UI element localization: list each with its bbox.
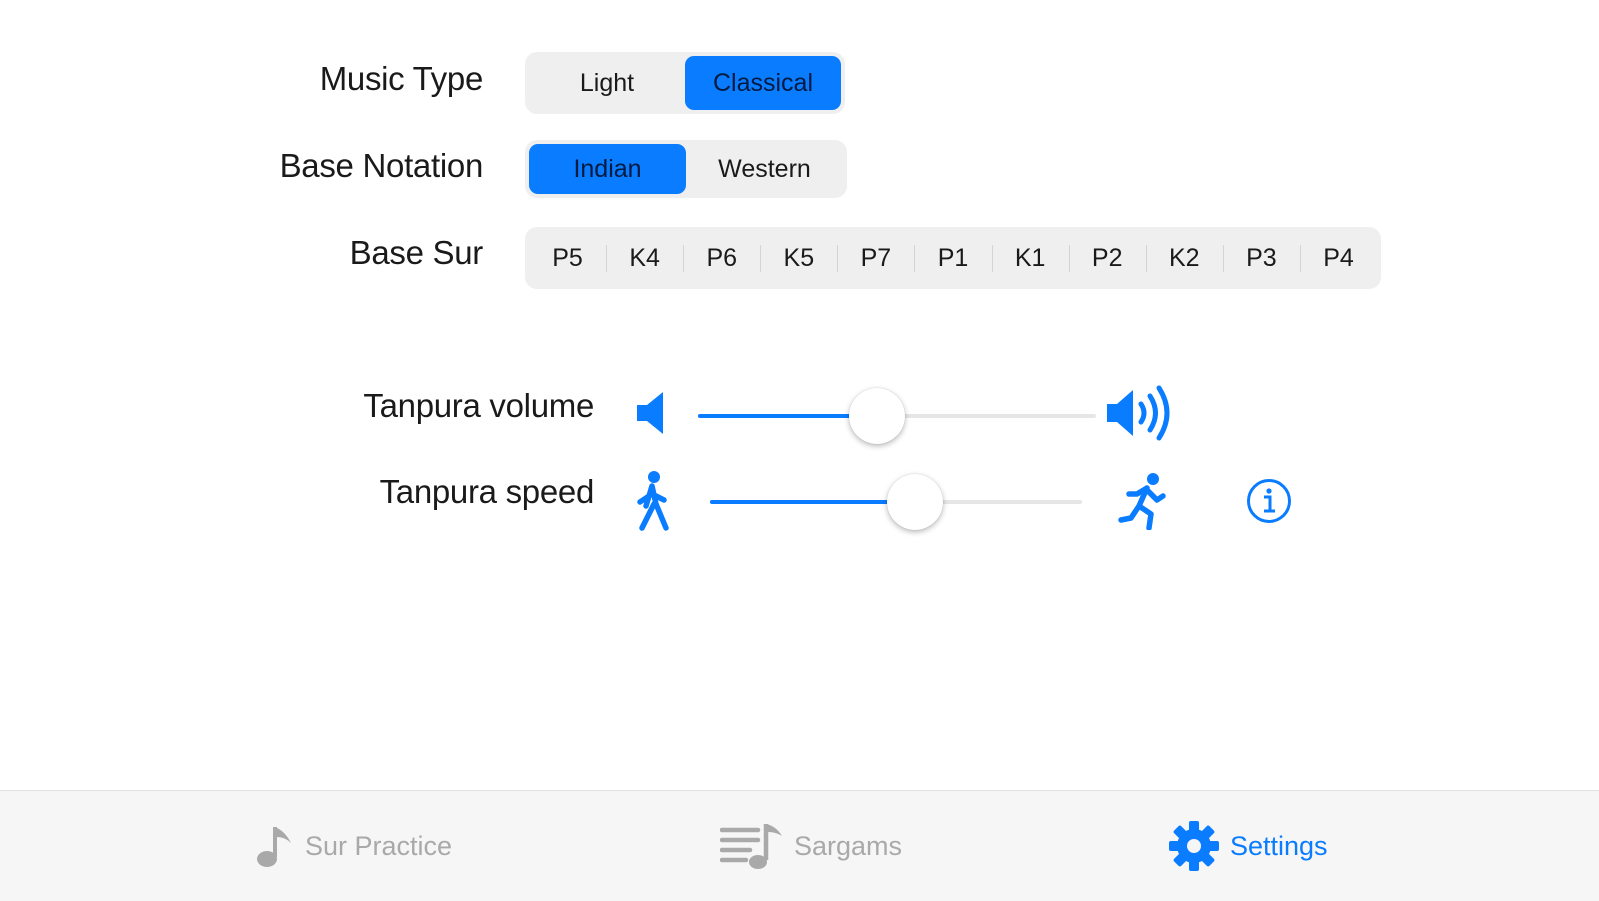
base-sur-option-p5[interactable]: P5 [529, 231, 606, 285]
music-type-segmented-control[interactable]: Light Classical [525, 52, 845, 114]
tanpura-speed-label: Tanpura speed [379, 473, 595, 510]
base-sur-segmented-control[interactable]: P5 K4 P6 K5 P7 P1 K1 P2 K2 P3 P4 [525, 227, 1381, 289]
base-sur-option-p3[interactable]: P3 [1222, 231, 1300, 285]
tab-sargams[interactable]: Sargams [720, 791, 902, 901]
tanpura-speed-fill [710, 500, 915, 504]
base-notation-segmented-control[interactable]: Indian Western [525, 140, 847, 198]
tanpura-volume-thumb[interactable] [849, 388, 906, 444]
gear-icon [1168, 820, 1220, 872]
base-sur-option-k5[interactable]: K5 [760, 231, 837, 285]
tab-settings[interactable]: Settings [1168, 791, 1328, 901]
base-sur-option-p4[interactable]: P4 [1299, 231, 1377, 285]
base-notation-option-indian[interactable]: Indian [529, 144, 686, 194]
tanpura-speed-thumb[interactable] [886, 474, 943, 530]
tab-settings-label: Settings [1230, 830, 1328, 861]
tanpura-speed-slider[interactable] [710, 474, 1082, 530]
music-type-label: Music Type [319, 60, 484, 97]
base-sur-option-k1[interactable]: K1 [991, 231, 1069, 285]
base-sur-option-k2[interactable]: K2 [1145, 231, 1223, 285]
tanpura-volume-label: Tanpura volume [363, 387, 594, 424]
base-notation-option-western[interactable]: Western [686, 144, 843, 194]
tab-bar: Sur Practice Sargams Settings [0, 790, 1599, 901]
speaker-high-icon[interactable] [1105, 384, 1177, 447]
tab-sur-practice-label: Sur Practice [305, 830, 453, 861]
base-sur-option-p2[interactable]: P2 [1068, 231, 1146, 285]
base-sur-option-p6[interactable]: P6 [683, 231, 760, 285]
tab-sargams-label: Sargams [794, 830, 903, 861]
tanpura-volume-slider[interactable] [698, 388, 1096, 444]
base-sur-option-k4[interactable]: K4 [606, 231, 683, 285]
speaker-low-icon[interactable] [635, 390, 671, 441]
base-sur-option-p7[interactable]: P7 [837, 231, 914, 285]
tab-sur-practice[interactable]: Sur Practice [255, 791, 452, 901]
base-notation-label: Base Notation [279, 147, 484, 184]
music-type-option-classical[interactable]: Classical [685, 56, 841, 110]
music-note-icon [255, 823, 295, 869]
info-icon[interactable] [1246, 478, 1292, 529]
walking-person-icon[interactable] [632, 470, 674, 537]
base-sur-option-p1[interactable]: P1 [914, 231, 991, 285]
music-type-option-light[interactable]: Light [529, 56, 685, 110]
running-person-icon[interactable] [1117, 472, 1167, 535]
base-sur-label: Base Sur [349, 234, 484, 271]
playlist-icon [720, 820, 784, 872]
